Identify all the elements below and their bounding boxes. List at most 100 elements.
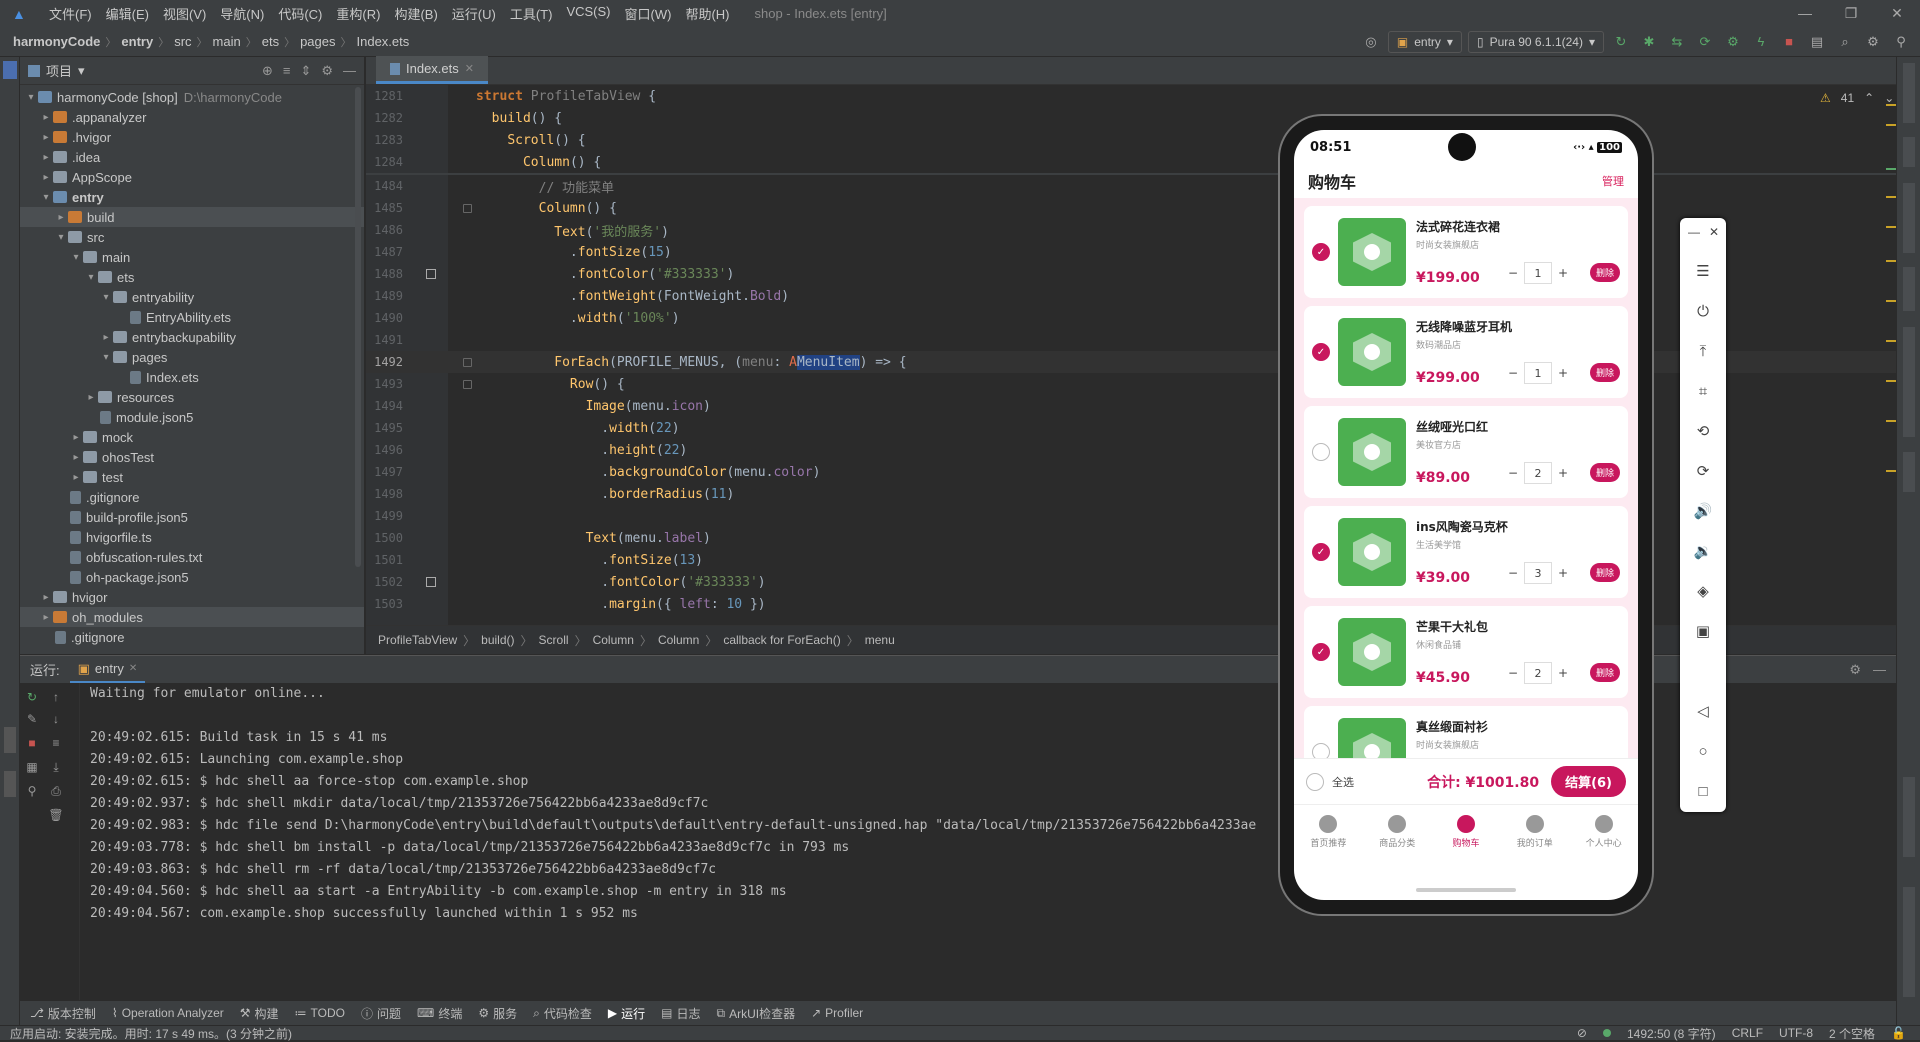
menu-item[interactable]: VCS(S) [559,4,617,23]
item-checkbox[interactable] [1312,443,1330,461]
device-manager-icon[interactable]: ▤ [1806,31,1828,53]
locate-icon[interactable]: ⊕ [262,63,273,79]
tree-item[interactable]: EntryAbility.ets [20,307,364,327]
menu-item[interactable]: 编辑(E) [99,4,156,23]
device-select[interactable]: ▯ Pura 90 6.1.1(24) ▾ [1467,30,1604,53]
device-file-tool-icon[interactable] [1903,887,1915,997]
product-image[interactable] [1338,418,1406,486]
layout-icon[interactable]: ▦ [24,759,40,775]
chevron-icon[interactable]: ▾ [24,92,38,103]
volume-up-icon[interactable]: 🔊 [1693,502,1713,522]
trash-icon[interactable]: 🗑 [48,807,64,823]
up-icon[interactable]: ↑ [48,689,64,705]
close-icon[interactable]: ✕ [1874,5,1920,22]
screenshot-icon[interactable]: ▣ [1693,622,1713,642]
tree-item[interactable]: ▸ .hvigor [20,127,364,147]
soft-wrap-icon[interactable]: ≡ [48,735,64,751]
chevron-icon[interactable]: ▸ [39,612,53,623]
product-image[interactable] [1338,318,1406,386]
chevron-icon[interactable]: ▸ [69,432,83,443]
down-icon[interactable]: ↓ [48,711,64,727]
bottom-tab[interactable]: ⓘ 问题 [361,1005,401,1022]
target-icon[interactable]: ◎ [1360,31,1382,53]
tree-item[interactable]: ▾ src [20,227,364,247]
hide-icon[interactable]: — [343,63,356,79]
item-checkbox[interactable]: ✓ [1312,343,1330,361]
code-breadcrumb-item[interactable]: menu [865,633,895,647]
tree-item[interactable]: ▸ AppScope [20,167,364,187]
plus-button[interactable]: + [1552,362,1574,384]
menu-item[interactable]: 代码(C) [271,4,329,23]
item-checkbox[interactable]: ✓ [1312,643,1330,661]
chevron-down-icon[interactable]: ▾ [78,63,85,79]
tree-item[interactable]: .gitignore [20,627,364,647]
rerun-icon[interactable]: ↻ [24,689,40,705]
bookmarks-tool-icon[interactable] [4,727,16,753]
console-output[interactable]: Waiting for emulator online... 20:49:02.6… [90,686,1256,928]
tree-item[interactable]: ▾ harmonyCode [shop] D:\harmonyCode [20,87,364,107]
minus-button[interactable]: − [1502,362,1524,384]
delete-button[interactable]: 删除 [1589,563,1620,582]
attach-icon[interactable]: ⇆ [1666,31,1688,53]
stop-icon[interactable]: ■ [24,735,40,751]
quantity-value[interactable]: 1 [1524,262,1552,284]
file-encoding[interactable]: UTF-8 [1779,1026,1813,1040]
tree-item[interactable]: Index.ets [20,367,364,387]
chevron-icon[interactable]: ▾ [84,272,98,283]
home-icon[interactable]: ○ [1693,742,1713,762]
bottom-tab[interactable]: ⎇ 版本控制 [30,1005,96,1022]
item-checkbox[interactable]: ✓ [1312,243,1330,261]
chevron-icon[interactable]: ▸ [69,452,83,463]
line-separator[interactable]: CRLF [1732,1026,1763,1040]
menu-item[interactable]: 导航(N) [213,4,271,23]
checkout-button[interactable]: 结算(6) [1551,766,1626,797]
chevron-up-icon[interactable]: ⌃ [1864,91,1874,105]
power-icon[interactable]: ⏻ [1693,302,1713,322]
tree-item[interactable]: ▸ .idea [20,147,364,167]
plus-button[interactable]: + [1552,662,1574,684]
gear-icon[interactable]: ⚙ [1849,662,1861,678]
chevron-icon[interactable]: ▸ [39,592,53,603]
chevron-down-icon[interactable]: ⌄ [1884,91,1894,105]
cart-item[interactable]: 真丝缎面衬衫 时尚女装旗舰店 [1304,706,1628,758]
delete-button[interactable]: 删除 [1589,463,1620,482]
indent-setting[interactable]: 2 个空格 [1829,1025,1875,1042]
chevron-icon[interactable]: ▸ [99,332,113,343]
cart-item[interactable]: ✓ 法式碎花连衣裙 时尚女装旗舰店 ¥199.00 −1 + 删除 [1304,206,1628,298]
bottom-tab[interactable]: ⚒ 构建 [240,1005,279,1022]
product-name[interactable]: 无线降噪蓝牙耳机 [1416,318,1620,335]
code-breadcrumb-item[interactable]: build() [481,633,514,647]
pin-top-icon[interactable]: ⤒ [1693,342,1713,362]
volume-down-icon[interactable]: 🔉 [1693,542,1713,562]
breadcrumb-item[interactable]: entry [118,34,156,49]
tree-item[interactable]: ▸ .appanalyzer [20,107,364,127]
bottom-tab[interactable]: ⌕ 代码检查 [533,1005,592,1022]
tree-item[interactable]: ▸ hvigor [20,587,364,607]
tree-item[interactable]: ▾ main [20,247,364,267]
quantity-value[interactable]: 2 [1524,462,1552,484]
tree-item[interactable]: ▸ oh_modules [20,607,364,627]
product-image[interactable] [1338,618,1406,686]
project-panel-title[interactable]: 项目 [46,61,72,80]
tree-item[interactable]: ▾ entryability [20,287,364,307]
tree-item[interactable]: ▸ resources [20,387,364,407]
delete-button[interactable]: 删除 [1589,363,1620,382]
code-breadcrumb-item[interactable]: Column [658,633,699,647]
chevron-icon[interactable]: ▸ [84,392,98,403]
close-icon[interactable]: ✕ [129,663,137,674]
collapse-all-icon[interactable]: ⇕ [300,63,311,79]
gear-icon[interactable]: ⚙ [1862,31,1884,53]
run-tab-entry[interactable]: ▣ entry ✕ [69,656,146,683]
tree-item[interactable]: ▸ test [20,467,364,487]
product-name[interactable]: 真丝缎面衬衫 [1416,718,1620,735]
phone-tab[interactable]: 个人中心 [1569,805,1638,858]
product-image[interactable] [1338,718,1406,758]
breadcrumb-item[interactable]: main [210,34,244,49]
tree-item[interactable]: module.json5 [20,407,364,427]
preview-tool-icon[interactable] [1903,452,1915,492]
tree-item[interactable]: oh-package.json5 [20,567,364,587]
bottom-tab[interactable]: ⌇ Operation Analyzer [112,1006,224,1020]
lock-icon[interactable]: 🔓 [1891,1026,1906,1040]
crop-icon[interactable]: ⌗ [1693,382,1713,402]
menu-item[interactable]: 运行(U) [445,4,503,23]
